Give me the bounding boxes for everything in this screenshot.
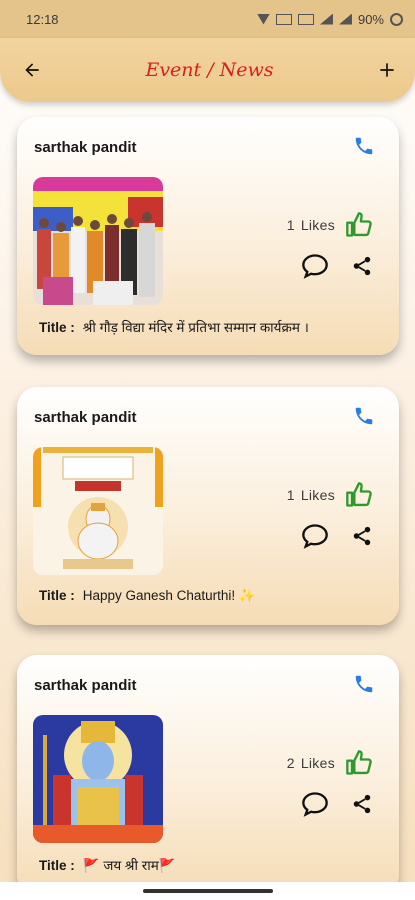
likes-text: 1 Likes xyxy=(286,217,335,233)
gesture-nav-bar xyxy=(0,882,415,900)
thumbs-up-icon[interactable] xyxy=(345,481,373,509)
comment-icon[interactable] xyxy=(301,523,329,549)
title-label: Title : xyxy=(39,588,75,603)
title-text: 🚩 जय श्री राम🚩 xyxy=(82,858,176,873)
share-icon[interactable] xyxy=(351,793,373,815)
post-username: sarthak pandit xyxy=(34,677,137,694)
post-actions xyxy=(301,253,373,279)
comment-icon[interactable] xyxy=(301,791,329,817)
thumbs-up-icon[interactable] xyxy=(345,749,373,777)
home-indicator[interactable] xyxy=(142,889,273,893)
volte-icon xyxy=(275,13,292,25)
call-button[interactable] xyxy=(353,673,375,700)
shri-ram-photo xyxy=(33,715,163,843)
phone-icon xyxy=(355,675,373,693)
post-title: Title : 🚩 जय श्री राम🚩 xyxy=(39,856,176,874)
title-text: श्री गौड़ विद्या मंदिर में प्रतिभा सम्मा… xyxy=(82,320,309,335)
post-username: sarthak pandit xyxy=(34,409,137,426)
wifi-icon xyxy=(256,13,270,25)
phone-icon xyxy=(355,407,373,425)
arrow-back-icon xyxy=(25,63,39,77)
battery-text: 90% xyxy=(357,11,384,27)
post-image[interactable] xyxy=(33,447,163,575)
post-actions xyxy=(301,791,373,817)
post-image[interactable] xyxy=(33,715,163,843)
likes-row: 1 Likes xyxy=(287,481,373,509)
title-label: Title : xyxy=(39,320,75,335)
status-time: 12:18 xyxy=(26,11,59,27)
signal2-icon xyxy=(338,13,352,25)
title-text: Happy Ganesh Chaturthi! ✨ xyxy=(82,588,256,603)
likes-text: 1 Likes xyxy=(286,487,335,503)
likes-text: 2 Likes xyxy=(286,755,335,771)
post-title: Title : Happy Ganesh Chaturthi! ✨ xyxy=(39,588,256,604)
add-button[interactable] xyxy=(373,56,401,84)
likes-row: 1 Likes xyxy=(287,211,373,239)
call-button[interactable] xyxy=(353,135,375,162)
app-bar: Event / News xyxy=(0,38,415,102)
back-button[interactable] xyxy=(18,56,46,84)
status-bar: 12:18 90% xyxy=(0,0,415,38)
post-card[interactable]: sarthak pandit 1 Likes Title: Happy Gan… xyxy=(17,387,399,625)
post-image[interactable] xyxy=(33,177,163,305)
plus-icon xyxy=(380,63,394,77)
share-icon[interactable] xyxy=(351,525,373,547)
post-title: Title : श्री गौड़ विद्या मंदिर में प्रतिभ… xyxy=(39,318,309,336)
title-label: Title : xyxy=(39,858,75,873)
comment-icon[interactable] xyxy=(301,253,329,279)
volte2-icon xyxy=(297,13,314,25)
thumbs-up-icon[interactable] xyxy=(345,211,373,239)
phone-icon xyxy=(355,137,373,155)
call-button[interactable] xyxy=(353,405,375,432)
post-actions xyxy=(301,523,373,549)
post-username: sarthak pandit xyxy=(34,139,137,156)
share-icon[interactable] xyxy=(351,255,373,277)
signal-icon xyxy=(319,13,333,25)
battery-icon xyxy=(390,12,403,26)
award-ceremony-photo xyxy=(33,177,163,305)
ganesh-chaturthi-photo xyxy=(33,447,163,575)
likes-row: 2 Likes xyxy=(287,749,373,777)
status-icons: 90% xyxy=(256,11,403,27)
page-title: Event / News xyxy=(145,59,274,81)
post-card[interactable]: sarthak pandit 2 Likes Title: 🚩 जय श्री… xyxy=(17,655,399,895)
post-card[interactable]: sarthak pandit 1 Likes Title: श्री गौड़… xyxy=(17,117,399,355)
